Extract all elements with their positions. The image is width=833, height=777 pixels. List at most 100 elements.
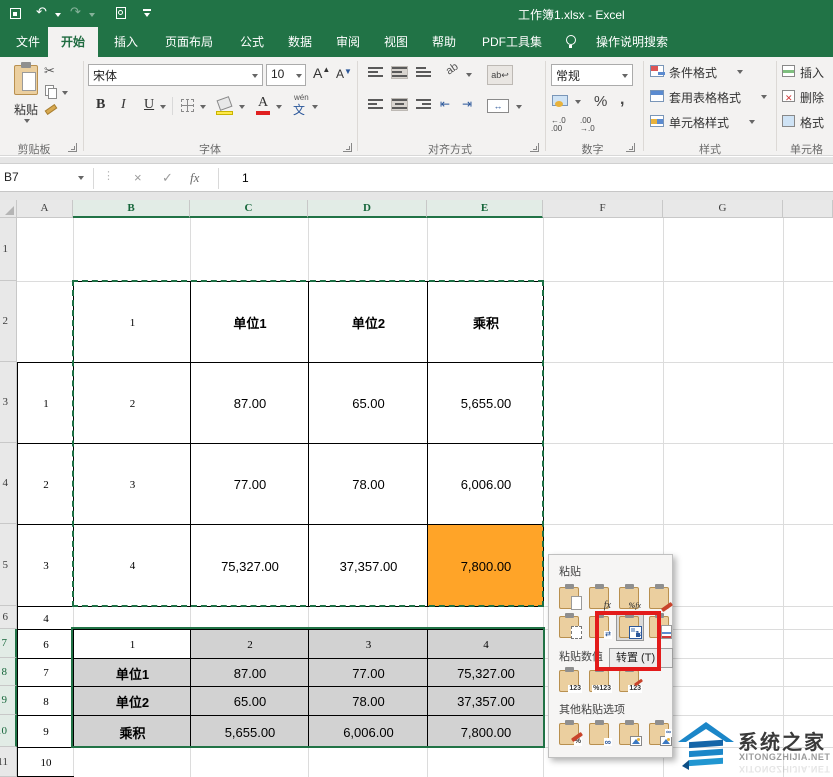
accounting-format-icon[interactable] (552, 95, 568, 106)
center-icon[interactable] (392, 99, 407, 110)
comma-style-icon[interactable]: , (620, 91, 624, 109)
cell-D7[interactable]: 3 (308, 629, 428, 659)
tab-PDF工具集[interactable]: PDF工具集 (470, 27, 554, 57)
cell-B8[interactable]: 单位1 (73, 658, 191, 687)
decrease-font-icon[interactable]: A▼ (336, 67, 352, 81)
cell-E5[interactable]: 7,800.00 (427, 524, 544, 607)
cell-E3[interactable]: 5,655.00 (427, 362, 544, 444)
paste-formulas-icon[interactable]: fx (587, 584, 613, 611)
cell-E4[interactable]: 6,006.00 (427, 443, 544, 525)
cell-D2[interactable]: 单位2 (308, 281, 428, 363)
cell-A4[interactable]: 2 (17, 443, 74, 525)
cut-icon[interactable]: ✂ (44, 63, 55, 79)
paste-button[interactable]: 粘贴 (10, 63, 44, 129)
cell-C2[interactable]: 单位1 (190, 281, 309, 363)
tab-公式[interactable]: 公式 (232, 27, 272, 57)
column-header-partial[interactable] (783, 200, 833, 218)
customize-qat-caret-icon[interactable] (144, 13, 150, 17)
keep-source-column-widths-icon[interactable]: ⇄ (587, 613, 613, 640)
underline-button[interactable]: U (144, 97, 154, 113)
undo-dropdown-icon[interactable] (55, 13, 61, 17)
cell-A9[interactable]: 8 (17, 686, 74, 716)
copy-dropdown-icon[interactable] (62, 91, 68, 95)
borders-dropdown-icon[interactable] (200, 105, 206, 109)
formula-bar-value[interactable]: 1 (242, 171, 249, 185)
font-dialog-launcher-icon[interactable] (343, 143, 352, 152)
cell-C4[interactable]: 77.00 (190, 443, 309, 525)
orientation-icon[interactable]: ab (444, 61, 461, 78)
cell-A11[interactable]: 10 (17, 747, 74, 777)
paste-link-icon[interactable]: ∞ (587, 720, 613, 747)
bold-button[interactable]: B (96, 97, 105, 113)
phonetic-dropdown-icon[interactable] (312, 105, 318, 109)
column-header-D[interactable]: D (308, 200, 427, 218)
select-all-corner[interactable] (0, 200, 17, 218)
fill-color-icon[interactable] (217, 96, 233, 111)
linked-picture-icon[interactable]: ∞ (647, 720, 673, 747)
cell-A7[interactable]: 6 (17, 629, 74, 659)
cell-D5[interactable]: 37,357.00 (308, 524, 428, 607)
font-color-dropdown-icon[interactable] (276, 105, 282, 109)
accounting-dropdown-icon[interactable] (575, 100, 581, 104)
cell-E7[interactable]: 4 (427, 629, 544, 659)
column-header-F[interactable]: F (543, 200, 663, 218)
number-dialog-launcher-icon[interactable] (626, 143, 635, 152)
decrease-decimal-icon[interactable]: .00 →.0 (580, 117, 595, 133)
tab-开始[interactable]: 开始 (48, 27, 98, 57)
cell-D10[interactable]: 6,006.00 (308, 715, 428, 748)
cell-B3[interactable]: 2 (73, 362, 191, 444)
fill-color-dropdown-icon[interactable] (239, 105, 245, 109)
cell-A8[interactable]: 7 (17, 658, 74, 687)
row-header-3[interactable]: 3 (0, 362, 17, 443)
cell-B5[interactable]: 4 (73, 524, 191, 607)
name-box-dropdown-icon[interactable] (78, 176, 84, 180)
paste-formulas-numberformat-icon[interactable]: %fx (617, 584, 643, 611)
cell-B2[interactable]: 1 (73, 281, 191, 363)
orientation-dropdown-icon[interactable] (466, 73, 472, 77)
column-header-B[interactable]: B (73, 200, 190, 218)
italic-button[interactable]: I (121, 97, 126, 113)
active-cell-B7[interactable]: 1 (73, 629, 191, 659)
tab-审阅[interactable]: 审阅 (328, 27, 368, 57)
number-format-combo[interactable]: 常规 (551, 64, 633, 86)
align-right-icon[interactable] (416, 99, 431, 110)
column-header-G[interactable]: G (663, 200, 783, 218)
cell-D3[interactable]: 65.00 (308, 362, 428, 444)
keep-source-formatting-icon[interactable] (647, 584, 673, 611)
column-header-C[interactable]: C (190, 200, 308, 218)
cell-A5[interactable]: 3 (17, 524, 74, 607)
alignment-dialog-launcher-icon[interactable] (530, 143, 539, 152)
percent-style-icon[interactable]: % (594, 93, 607, 110)
merge-center-icon[interactable]: ↔ (487, 99, 509, 113)
cell-C3[interactable]: 87.00 (190, 362, 309, 444)
tab-插入[interactable]: 插入 (106, 27, 146, 57)
tab-视图[interactable]: 视图 (376, 27, 416, 57)
paste-values-icon[interactable]: 123 (557, 667, 583, 694)
cell-A3[interactable]: 1 (17, 362, 74, 444)
column-header-A[interactable]: A (17, 200, 73, 218)
cell-C9[interactable]: 65.00 (190, 686, 309, 716)
customize-qat-icon[interactable] (143, 9, 151, 11)
increase-indent-icon[interactable]: ⇥ (462, 97, 472, 111)
cell-C7[interactable]: 2 (190, 629, 309, 659)
tab-文件[interactable]: 文件 (8, 27, 48, 57)
tab-页面布局[interactable]: 页面布局 (152, 27, 226, 57)
undo-icon[interactable]: ↶ (36, 4, 47, 20)
row-header-5[interactable]: 5 (0, 524, 17, 606)
print-preview-icon[interactable] (116, 7, 126, 19)
cancel-icon[interactable]: × (134, 170, 142, 185)
top-align-icon[interactable] (368, 67, 383, 78)
cell-B4[interactable]: 3 (73, 443, 191, 525)
align-left-icon[interactable] (368, 99, 383, 110)
borders-icon[interactable] (181, 99, 194, 112)
clipboard-dialog-launcher-icon[interactable] (68, 143, 77, 152)
row-header-9[interactable]: 9 (0, 686, 17, 715)
row-header-2[interactable]: 2 (0, 281, 17, 362)
cell-A6[interactable]: 4 (17, 606, 74, 630)
enter-icon[interactable]: ✓ (162, 170, 173, 186)
middle-align-icon[interactable] (392, 67, 407, 78)
decrease-indent-icon[interactable]: ⇤ (440, 97, 450, 111)
copy-icon-2[interactable] (48, 88, 57, 99)
underline-dropdown-icon[interactable] (160, 105, 166, 109)
row-header-6[interactable]: 6 (0, 606, 17, 629)
